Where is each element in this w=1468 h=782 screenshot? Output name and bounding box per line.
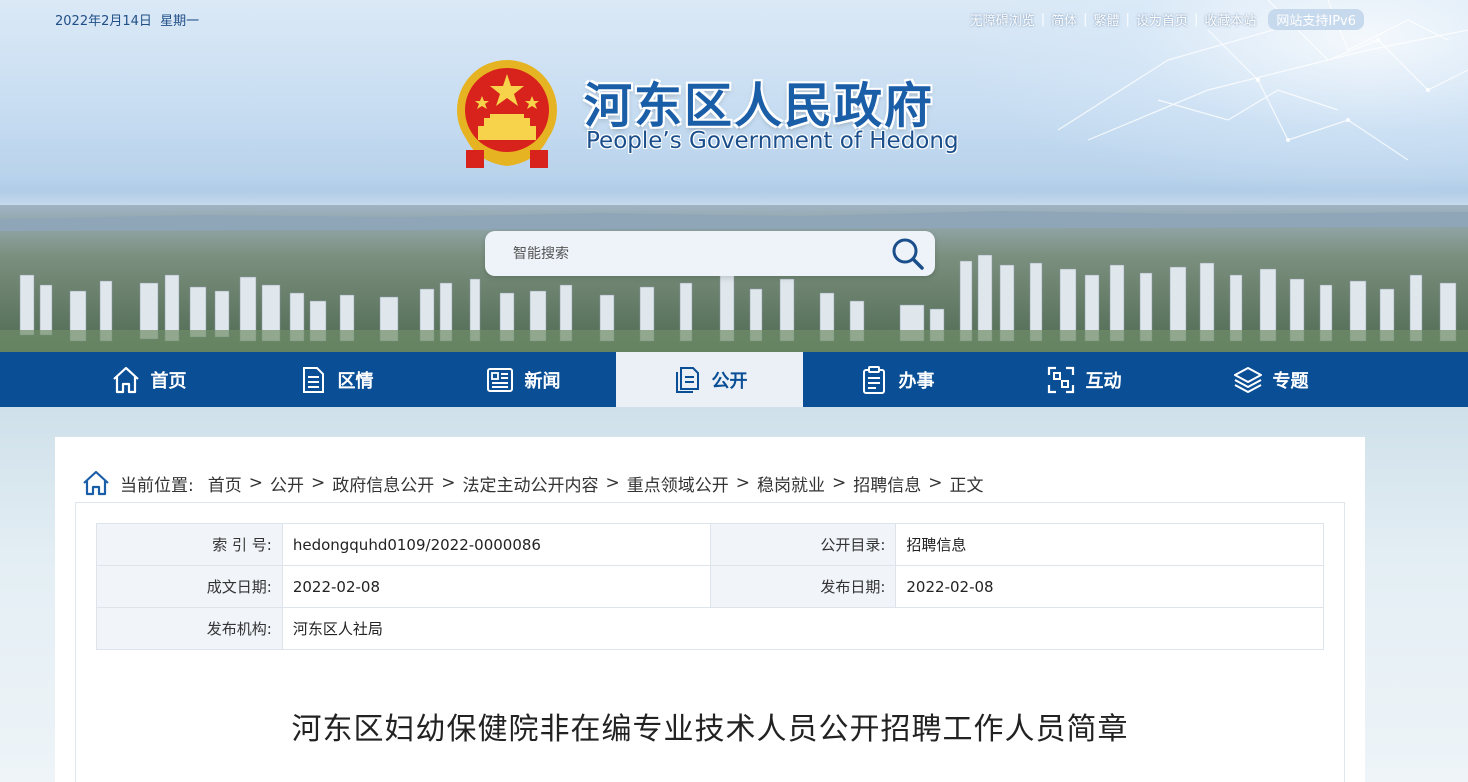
top-links: 无障碍浏览 | 简体 | 繁體 | 设为首页 | 收藏本站 网站支持IPv6: [970, 9, 1364, 30]
nav-item-label: 区情: [337, 370, 374, 392]
weekday-text: 星期一: [160, 14, 200, 29]
breadcrumb-separator: >: [605, 473, 620, 493]
newspaper-icon: [486, 367, 513, 392]
city-skyline-image: [0, 205, 1468, 352]
nav-item-label: 办事: [898, 370, 935, 392]
breadcrumb-item-recruitment[interactable]: 招聘信息: [853, 471, 921, 496]
index-no-label: 索 引 号:: [96, 523, 283, 566]
nav-item-interaction[interactable]: 互动: [990, 352, 1177, 407]
article-meta-table: 索 引 号: hedongquhd0109/2022-0000086 公开目录:…: [96, 523, 1325, 650]
nav-item-label: 新闻: [524, 370, 561, 392]
breadcrumb-home-icon: [83, 470, 109, 496]
site-logo[interactable]: 河东区人民政府 People’s Government of Hedong: [452, 58, 959, 176]
nav-item-topics[interactable]: 专题: [1177, 352, 1364, 407]
nav-item-district-info[interactable]: 区情: [242, 352, 429, 407]
breadcrumb-item-gov-info[interactable]: 政府信息公开: [332, 471, 434, 496]
date-text: 2022年2月14日: [55, 14, 152, 29]
breadcrumb-separator: >: [248, 473, 263, 493]
nav-item-label: 专题: [1272, 370, 1309, 392]
published-date-label: 发布日期:: [709, 565, 897, 608]
bookmark-link[interactable]: 收藏本站: [1204, 10, 1256, 29]
breadcrumb-separator: >: [831, 473, 847, 493]
home-icon: [112, 366, 139, 393]
breadcrumb-separator: >: [441, 473, 456, 493]
breadcrumb-separator: >: [310, 473, 326, 493]
nav-item-label: 公开: [711, 370, 748, 392]
nav-item-disclosure[interactable]: 公开: [616, 352, 803, 407]
index-no-value: hedongquhd0109/2022-0000086: [281, 523, 711, 566]
catalog-label: 公开目录:: [709, 523, 897, 566]
breadcrumb-item-article: 正文: [949, 475, 984, 496]
breadcrumb-item-home[interactable]: 首页: [208, 471, 242, 496]
link-separator: |: [1040, 12, 1046, 27]
article-title: 河东区妇幼保健院非在编专业技术人员公开招聘工作人员简章: [291, 712, 1129, 747]
national-emblem-icon: [457, 60, 557, 168]
publisher-value: 河东区人社局: [281, 607, 1325, 650]
nav-item-services[interactable]: 办事: [803, 352, 990, 407]
site-subtitle: People’s Government of Hedong: [586, 128, 959, 154]
simplified-chinese-link[interactable]: 简体: [1051, 10, 1077, 29]
nav-item-home[interactable]: 首页: [55, 352, 242, 407]
interact-icon: [1047, 366, 1074, 393]
search-icon[interactable]: [891, 237, 925, 271]
catalog-value: 招聘信息: [895, 523, 1324, 566]
traditional-chinese-link[interactable]: 繁體: [1094, 10, 1120, 29]
map-lines-decoration: [1057, 0, 1468, 161]
breadcrumb-item-statutory[interactable]: 法定主动公开内容: [462, 471, 598, 496]
breadcrumb: 当前位置: 首页 > 公开 > 政府信息公开 > 法定主动公开内容 > 重点领域…: [82, 470, 983, 496]
document-icon: [302, 366, 324, 393]
created-date-value: 2022-02-08: [281, 565, 711, 608]
breadcrumb-item-key-areas[interactable]: 重点领域公开: [627, 471, 729, 496]
breadcrumb-item-employment[interactable]: 稳岗就业: [757, 471, 825, 496]
nav-item-label: 互动: [1085, 370, 1122, 392]
files-icon: [675, 366, 699, 393]
table-row: 索 引 号: hedongquhd0109/2022-0000086 公开目录:…: [96, 523, 1324, 566]
created-date-label: 成文日期:: [96, 565, 283, 608]
set-homepage-link[interactable]: 设为首页: [1136, 10, 1188, 29]
breadcrumb-label: 当前位置:: [120, 475, 194, 496]
layers-icon: [1233, 366, 1262, 393]
current-date: 2022年2月14日 星期一: [55, 10, 199, 29]
table-row: 成文日期: 2022-02-08 发布日期: 2022-02-08: [96, 565, 1324, 608]
search-bar: [485, 231, 935, 276]
table-row: 发布机构: 河东区人社局: [96, 607, 1325, 650]
header-banner: 2022年2月14日 星期一 无障碍浏览 | 简体 | 繁體 | 设为首页 | …: [0, 0, 1468, 352]
nav-item-news[interactable]: 新闻: [429, 352, 616, 407]
link-separator: |: [1193, 12, 1199, 27]
ipv6-badge: 网站支持IPv6: [1268, 9, 1364, 30]
breadcrumb-separator: >: [928, 473, 943, 493]
breadcrumb-item-disclosure[interactable]: 公开: [270, 471, 304, 496]
search-input[interactable]: [513, 245, 893, 262]
accessible-browse-link[interactable]: 无障碍浏览: [970, 10, 1035, 29]
nav-item-label: 首页: [150, 370, 187, 392]
published-date-value: 2022-02-08: [895, 565, 1324, 608]
link-separator: |: [1125, 12, 1130, 27]
breadcrumb-separator: >: [735, 473, 750, 493]
site-title: 河东区人民政府: [584, 78, 935, 134]
publisher-label: 发布机构:: [96, 607, 283, 650]
link-separator: |: [1083, 12, 1088, 27]
main-nav: 首页 区情 新闻 公开 办事 互动 专题: [0, 352, 1468, 407]
clipboard-icon: [862, 365, 885, 394]
